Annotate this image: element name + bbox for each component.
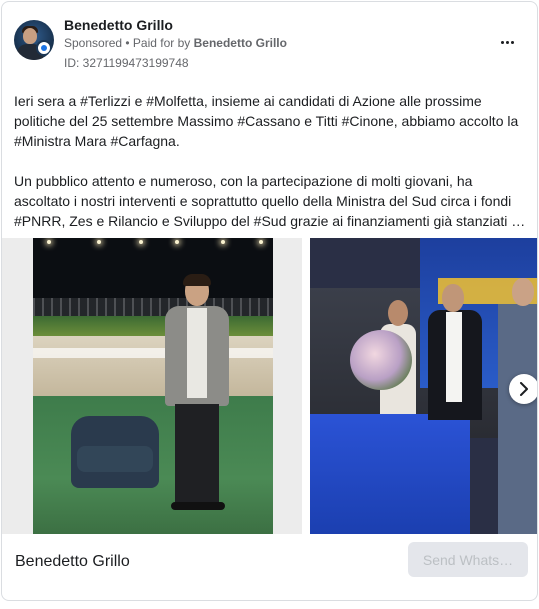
chevron-right-icon: [520, 382, 528, 396]
guest-figure-right: [496, 278, 537, 534]
table-cloth: [310, 414, 470, 534]
post-paragraph-2: Un pubblico attento e numeroso, con la p…: [14, 171, 528, 231]
post-paragraph-2-truncated[interactable]: #PNRR, Zes e Rilancio e Sviluppo del #Su…: [14, 211, 528, 231]
post-paragraph-2-line-1: Un pubblico attento e numeroso, con la p…: [14, 173, 473, 189]
speaker-figure: [165, 274, 235, 526]
post-body: Ieri sera a #Terlizzi e #Molfetta, insie…: [14, 91, 528, 231]
event-photo-speaker: [33, 238, 273, 534]
page-avatar[interactable]: [14, 20, 54, 60]
page-name[interactable]: Benedetto Grillo: [64, 17, 173, 33]
sponsored-label: Sponsored: [64, 36, 123, 50]
post-paragraph-2-line-2: ascoltato i nostri interventi e soprattu…: [14, 193, 512, 209]
flower-bouquet: [350, 330, 412, 390]
carousel-next-button[interactable]: [509, 374, 537, 404]
image-carousel[interactable]: [2, 238, 537, 534]
avatar-face: [23, 28, 37, 44]
paid-for-prefix: Paid for by: [132, 36, 194, 50]
ad-card: Benedetto Grillo Sponsored • Paid for by…: [1, 1, 538, 601]
more-horizontal-icon: [500, 40, 514, 44]
sponsorship-line: Sponsored • Paid for by Benedetto Grillo: [64, 36, 287, 50]
more-options-button[interactable]: [495, 32, 519, 52]
carousel-slide-1[interactable]: [2, 238, 302, 534]
post-paragraph-1: Ieri sera a #Terlizzi e #Molfetta, insie…: [14, 93, 519, 149]
carousel-slide-2[interactable]: [310, 238, 537, 534]
ad-id: ID: 3271199473199748: [64, 56, 189, 70]
page-badge-icon: [36, 40, 52, 56]
candidate-figure: [428, 284, 482, 420]
separator-dot: •: [122, 36, 133, 50]
send-whatsapp-button[interactable]: Send Whats…: [408, 542, 528, 577]
paid-for-name: Benedetto Grillo: [193, 36, 287, 50]
footer-page-name[interactable]: Benedetto Grillo: [15, 553, 130, 571]
armchair: [71, 416, 159, 488]
